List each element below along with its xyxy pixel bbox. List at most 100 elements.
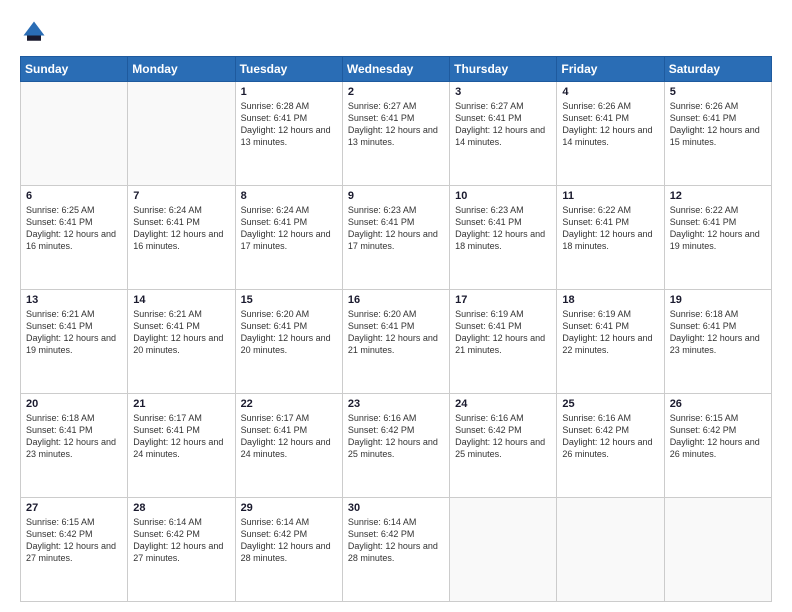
day-number: 14	[133, 294, 229, 306]
calendar-cell: 4 Sunrise: 6:26 AM Sunset: 6:41 PM Daylig…	[557, 82, 664, 186]
day-info: Sunrise: 6:23 AM Sunset: 6:41 PM Dayligh…	[455, 204, 551, 253]
logo	[20, 18, 52, 46]
calendar-cell: 19 Sunrise: 6:18 AM Sunset: 6:41 PM Dayli…	[664, 290, 771, 394]
weekday-header-friday: Friday	[557, 57, 664, 82]
day-info: Sunrise: 6:24 AM Sunset: 6:41 PM Dayligh…	[241, 204, 337, 253]
day-info: Sunrise: 6:21 AM Sunset: 6:41 PM Dayligh…	[26, 308, 122, 357]
day-number: 8	[241, 190, 337, 202]
calendar-cell	[664, 498, 771, 602]
day-info: Sunrise: 6:21 AM Sunset: 6:41 PM Dayligh…	[133, 308, 229, 357]
calendar-cell: 26 Sunrise: 6:15 AM Sunset: 6:42 PM Dayli…	[664, 394, 771, 498]
day-number: 2	[348, 86, 444, 98]
week-row-1: 1 Sunrise: 6:28 AM Sunset: 6:41 PM Daylig…	[21, 82, 772, 186]
weekday-header-tuesday: Tuesday	[235, 57, 342, 82]
day-info: Sunrise: 6:22 AM Sunset: 6:41 PM Dayligh…	[562, 204, 658, 253]
day-info: Sunrise: 6:16 AM Sunset: 6:42 PM Dayligh…	[455, 412, 551, 461]
calendar-cell: 21 Sunrise: 6:17 AM Sunset: 6:41 PM Dayli…	[128, 394, 235, 498]
calendar-cell: 27 Sunrise: 6:15 AM Sunset: 6:42 PM Dayli…	[21, 498, 128, 602]
day-number: 12	[670, 190, 766, 202]
day-info: Sunrise: 6:26 AM Sunset: 6:41 PM Dayligh…	[670, 100, 766, 149]
calendar-cell: 23 Sunrise: 6:16 AM Sunset: 6:42 PM Dayli…	[342, 394, 449, 498]
week-row-4: 20Sunrise: 6:18 AM Sunset: 6:41 PM Dayli…	[21, 394, 772, 498]
calendar-cell: 2Sunrise: 6:27 AM Sunset: 6:41 PM Daylig…	[342, 82, 449, 186]
calendar-cell: 10 Sunrise: 6:23 AM Sunset: 6:41 PM Dayli…	[450, 186, 557, 290]
calendar-cell: 5 Sunrise: 6:26 AM Sunset: 6:41 PM Daylig…	[664, 82, 771, 186]
day-number: 10	[455, 190, 551, 202]
day-number: 21	[133, 398, 229, 410]
day-number: 28	[133, 502, 229, 514]
day-number: 5	[670, 86, 766, 98]
calendar-cell: 18 Sunrise: 6:19 AM Sunset: 6:41 PM Dayli…	[557, 290, 664, 394]
day-info: Sunrise: 6:23 AM Sunset: 6:41 PM Dayligh…	[348, 204, 444, 253]
day-info: Sunrise: 6:19 AM Sunset: 6:41 PM Dayligh…	[562, 308, 658, 357]
day-info: Sunrise: 6:14 AM Sunset: 6:42 PM Dayligh…	[241, 516, 337, 565]
calendar-cell: 29 Sunrise: 6:14 AM Sunset: 6:42 PM Dayli…	[235, 498, 342, 602]
calendar-cell	[21, 82, 128, 186]
calendar-cell: 3 Sunrise: 6:27 AM Sunset: 6:41 PM Daylig…	[450, 82, 557, 186]
calendar-cell: 17Sunrise: 6:19 AM Sunset: 6:41 PM Dayli…	[450, 290, 557, 394]
day-info: Sunrise: 6:25 AM Sunset: 6:41 PM Dayligh…	[26, 204, 122, 253]
week-row-2: 6Sunrise: 6:25 AM Sunset: 6:41 PM Daylig…	[21, 186, 772, 290]
day-info: Sunrise: 6:20 AM Sunset: 6:41 PM Dayligh…	[348, 308, 444, 357]
day-info: Sunrise: 6:14 AM Sunset: 6:42 PM Dayligh…	[348, 516, 444, 565]
calendar-cell: 11Sunrise: 6:22 AM Sunset: 6:41 PM Dayli…	[557, 186, 664, 290]
day-info: Sunrise: 6:18 AM Sunset: 6:41 PM Dayligh…	[670, 308, 766, 357]
day-number: 4	[562, 86, 658, 98]
weekday-header-monday: Monday	[128, 57, 235, 82]
calendar-cell: 13 Sunrise: 6:21 AM Sunset: 6:41 PM Dayli…	[21, 290, 128, 394]
day-number: 30	[348, 502, 444, 514]
header	[20, 18, 772, 46]
calendar-cell: 16Sunrise: 6:20 AM Sunset: 6:41 PM Dayli…	[342, 290, 449, 394]
week-row-5: 27 Sunrise: 6:15 AM Sunset: 6:42 PM Dayli…	[21, 498, 772, 602]
day-info: Sunrise: 6:26 AM Sunset: 6:41 PM Dayligh…	[562, 100, 658, 149]
day-info: Sunrise: 6:19 AM Sunset: 6:41 PM Dayligh…	[455, 308, 551, 357]
day-number: 13	[26, 294, 122, 306]
calendar-cell: 30 Sunrise: 6:14 AM Sunset: 6:42 PM Dayli…	[342, 498, 449, 602]
calendar-cell: 15 Sunrise: 6:20 AM Sunset: 6:41 PM Dayli…	[235, 290, 342, 394]
calendar-cell: 1 Sunrise: 6:28 AM Sunset: 6:41 PM Daylig…	[235, 82, 342, 186]
calendar-cell	[128, 82, 235, 186]
day-number: 9	[348, 190, 444, 202]
day-info: Sunrise: 6:17 AM Sunset: 6:41 PM Dayligh…	[133, 412, 229, 461]
day-info: Sunrise: 6:20 AM Sunset: 6:41 PM Dayligh…	[241, 308, 337, 357]
calendar-cell: 20Sunrise: 6:18 AM Sunset: 6:41 PM Dayli…	[21, 394, 128, 498]
day-info: Sunrise: 6:27 AM Sunset: 6:41 PM Dayligh…	[455, 100, 551, 149]
day-info: Sunrise: 6:28 AM Sunset: 6:41 PM Dayligh…	[241, 100, 337, 149]
day-number: 3	[455, 86, 551, 98]
day-number: 19	[670, 294, 766, 306]
day-info: Sunrise: 6:15 AM Sunset: 6:42 PM Dayligh…	[670, 412, 766, 461]
calendar-cell	[557, 498, 664, 602]
day-info: Sunrise: 6:16 AM Sunset: 6:42 PM Dayligh…	[348, 412, 444, 461]
day-info: Sunrise: 6:15 AM Sunset: 6:42 PM Dayligh…	[26, 516, 122, 565]
weekday-header-thursday: Thursday	[450, 57, 557, 82]
day-number: 23	[348, 398, 444, 410]
calendar-cell: 28 Sunrise: 6:14 AM Sunset: 6:42 PM Dayli…	[128, 498, 235, 602]
calendar-cell: 7Sunrise: 6:24 AM Sunset: 6:41 PM Daylig…	[128, 186, 235, 290]
calendar-cell: 9 Sunrise: 6:23 AM Sunset: 6:41 PM Daylig…	[342, 186, 449, 290]
day-info: Sunrise: 6:14 AM Sunset: 6:42 PM Dayligh…	[133, 516, 229, 565]
day-number: 15	[241, 294, 337, 306]
week-row-3: 13 Sunrise: 6:21 AM Sunset: 6:41 PM Dayli…	[21, 290, 772, 394]
calendar-cell: 12Sunrise: 6:22 AM Sunset: 6:41 PM Dayli…	[664, 186, 771, 290]
day-number: 29	[241, 502, 337, 514]
calendar-cell: 24 Sunrise: 6:16 AM Sunset: 6:42 PM Dayli…	[450, 394, 557, 498]
day-number: 1	[241, 86, 337, 98]
weekday-header-row: SundayMondayTuesdayWednesdayThursdayFrid…	[21, 57, 772, 82]
calendar-cell: 22Sunrise: 6:17 AM Sunset: 6:41 PM Dayli…	[235, 394, 342, 498]
calendar-cell: 25 Sunrise: 6:16 AM Sunset: 6:42 PM Dayli…	[557, 394, 664, 498]
weekday-header-sunday: Sunday	[21, 57, 128, 82]
calendar-cell: 6Sunrise: 6:25 AM Sunset: 6:41 PM Daylig…	[21, 186, 128, 290]
calendar-cell: 8 Sunrise: 6:24 AM Sunset: 6:41 PM Daylig…	[235, 186, 342, 290]
day-number: 27	[26, 502, 122, 514]
day-number: 24	[455, 398, 551, 410]
day-number: 7	[133, 190, 229, 202]
logo-icon	[20, 18, 48, 46]
page: SundayMondayTuesdayWednesdayThursdayFrid…	[0, 0, 792, 612]
day-number: 26	[670, 398, 766, 410]
weekday-header-wednesday: Wednesday	[342, 57, 449, 82]
day-info: Sunrise: 6:16 AM Sunset: 6:42 PM Dayligh…	[562, 412, 658, 461]
day-number: 22	[241, 398, 337, 410]
calendar-cell: 14 Sunrise: 6:21 AM Sunset: 6:41 PM Dayli…	[128, 290, 235, 394]
day-number: 18	[562, 294, 658, 306]
day-number: 25	[562, 398, 658, 410]
